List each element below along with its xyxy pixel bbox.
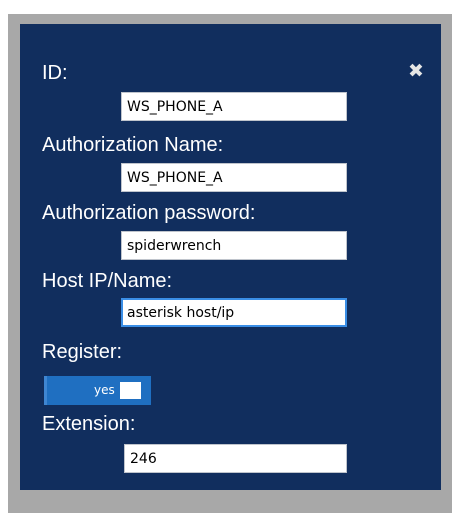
top-strip bbox=[0, 0, 452, 14]
id-label: ID: bbox=[42, 62, 68, 84]
id-input[interactable] bbox=[121, 92, 347, 121]
register-toggle[interactable]: yes bbox=[44, 376, 151, 405]
register-toggle-text: yes bbox=[94, 383, 115, 397]
auth-password-label: Authorization password: bbox=[42, 202, 256, 224]
host-input[interactable] bbox=[121, 298, 347, 327]
phone-settings-dialog: ✖ ID: Authorization Name: Authorization … bbox=[20, 24, 441, 490]
auth-password-input[interactable] bbox=[121, 231, 347, 260]
host-label: Host IP/Name: bbox=[42, 270, 173, 292]
extension-label: Extension: bbox=[42, 413, 136, 435]
close-icon[interactable]: ✖ bbox=[408, 62, 424, 81]
toggle-knob bbox=[120, 382, 141, 399]
auth-name-label: Authorization Name: bbox=[42, 134, 224, 156]
extension-input[interactable] bbox=[124, 444, 347, 473]
register-label: Register: bbox=[42, 341, 123, 363]
auth-name-input[interactable] bbox=[121, 163, 347, 192]
